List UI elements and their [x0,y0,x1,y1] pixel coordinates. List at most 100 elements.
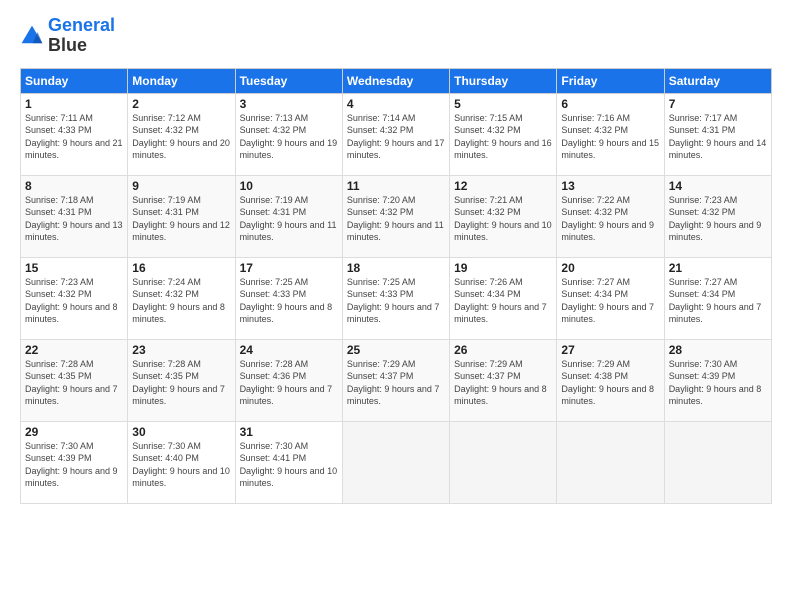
logo-icon [20,24,44,48]
day-info: Sunrise: 7:23 AMSunset: 4:32 PMDaylight:… [669,195,762,243]
calendar-day-27: 27 Sunrise: 7:29 AMSunset: 4:38 PMDaylig… [557,339,664,421]
day-number: 10 [240,179,338,193]
day-header-monday: Monday [128,68,235,93]
day-info: Sunrise: 7:25 AMSunset: 4:33 PMDaylight:… [240,277,333,325]
day-number: 11 [347,179,445,193]
day-info: Sunrise: 7:27 AMSunset: 4:34 PMDaylight:… [561,277,654,325]
day-number: 17 [240,261,338,275]
logo-text: General Blue [48,16,115,56]
calendar-day-11: 11 Sunrise: 7:20 AMSunset: 4:32 PMDaylig… [342,175,449,257]
calendar-day-23: 23 Sunrise: 7:28 AMSunset: 4:35 PMDaylig… [128,339,235,421]
calendar-day-13: 13 Sunrise: 7:22 AMSunset: 4:32 PMDaylig… [557,175,664,257]
calendar-day-24: 24 Sunrise: 7:28 AMSunset: 4:36 PMDaylig… [235,339,342,421]
day-info: Sunrise: 7:20 AMSunset: 4:32 PMDaylight:… [347,195,444,243]
calendar-day-22: 22 Sunrise: 7:28 AMSunset: 4:35 PMDaylig… [21,339,128,421]
day-info: Sunrise: 7:25 AMSunset: 4:33 PMDaylight:… [347,277,440,325]
calendar-header-row: SundayMondayTuesdayWednesdayThursdayFrid… [21,68,772,93]
day-number: 27 [561,343,659,357]
calendar-day-7: 7 Sunrise: 7:17 AMSunset: 4:31 PMDayligh… [664,93,771,175]
day-info: Sunrise: 7:18 AMSunset: 4:31 PMDaylight:… [25,195,123,243]
calendar-day-30: 30 Sunrise: 7:30 AMSunset: 4:40 PMDaylig… [128,421,235,503]
day-info: Sunrise: 7:30 AMSunset: 4:40 PMDaylight:… [132,441,230,489]
calendar-week-4: 22 Sunrise: 7:28 AMSunset: 4:35 PMDaylig… [21,339,772,421]
calendar-day-20: 20 Sunrise: 7:27 AMSunset: 4:34 PMDaylig… [557,257,664,339]
logo: General Blue [20,16,115,56]
day-info: Sunrise: 7:30 AMSunset: 4:39 PMDaylight:… [669,359,762,407]
day-number: 21 [669,261,767,275]
day-number: 3 [240,97,338,111]
day-header-friday: Friday [557,68,664,93]
day-number: 29 [25,425,123,439]
day-number: 6 [561,97,659,111]
day-number: 4 [347,97,445,111]
header: General Blue [20,16,772,56]
calendar-day-10: 10 Sunrise: 7:19 AMSunset: 4:31 PMDaylig… [235,175,342,257]
day-number: 25 [347,343,445,357]
day-header-thursday: Thursday [450,68,557,93]
calendar-day-12: 12 Sunrise: 7:21 AMSunset: 4:32 PMDaylig… [450,175,557,257]
day-info: Sunrise: 7:23 AMSunset: 4:32 PMDaylight:… [25,277,118,325]
calendar-day-2: 2 Sunrise: 7:12 AMSunset: 4:32 PMDayligh… [128,93,235,175]
calendar-day-31: 31 Sunrise: 7:30 AMSunset: 4:41 PMDaylig… [235,421,342,503]
calendar-day-5: 5 Sunrise: 7:15 AMSunset: 4:32 PMDayligh… [450,93,557,175]
day-header-tuesday: Tuesday [235,68,342,93]
day-header-sunday: Sunday [21,68,128,93]
day-info: Sunrise: 7:16 AMSunset: 4:32 PMDaylight:… [561,113,659,161]
calendar-day-25: 25 Sunrise: 7:29 AMSunset: 4:37 PMDaylig… [342,339,449,421]
calendar-day-empty [450,421,557,503]
calendar-day-8: 8 Sunrise: 7:18 AMSunset: 4:31 PMDayligh… [21,175,128,257]
day-number: 20 [561,261,659,275]
calendar-day-16: 16 Sunrise: 7:24 AMSunset: 4:32 PMDaylig… [128,257,235,339]
day-number: 9 [132,179,230,193]
day-number: 23 [132,343,230,357]
day-number: 5 [454,97,552,111]
calendar-week-1: 1 Sunrise: 7:11 AMSunset: 4:33 PMDayligh… [21,93,772,175]
day-number: 7 [669,97,767,111]
day-number: 8 [25,179,123,193]
calendar-day-1: 1 Sunrise: 7:11 AMSunset: 4:33 PMDayligh… [21,93,128,175]
day-info: Sunrise: 7:11 AMSunset: 4:33 PMDaylight:… [25,113,123,161]
day-number: 28 [669,343,767,357]
day-info: Sunrise: 7:30 AMSunset: 4:39 PMDaylight:… [25,441,118,489]
page-container: General Blue SundayMondayTuesdayWednesda… [0,0,792,514]
day-number: 24 [240,343,338,357]
calendar-week-5: 29 Sunrise: 7:30 AMSunset: 4:39 PMDaylig… [21,421,772,503]
day-info: Sunrise: 7:27 AMSunset: 4:34 PMDaylight:… [669,277,762,325]
day-info: Sunrise: 7:19 AMSunset: 4:31 PMDaylight:… [240,195,337,243]
calendar-day-17: 17 Sunrise: 7:25 AMSunset: 4:33 PMDaylig… [235,257,342,339]
day-number: 19 [454,261,552,275]
calendar-day-15: 15 Sunrise: 7:23 AMSunset: 4:32 PMDaylig… [21,257,128,339]
calendar-day-4: 4 Sunrise: 7:14 AMSunset: 4:32 PMDayligh… [342,93,449,175]
calendar-day-29: 29 Sunrise: 7:30 AMSunset: 4:39 PMDaylig… [21,421,128,503]
day-info: Sunrise: 7:26 AMSunset: 4:34 PMDaylight:… [454,277,547,325]
day-info: Sunrise: 7:29 AMSunset: 4:38 PMDaylight:… [561,359,654,407]
day-info: Sunrise: 7:15 AMSunset: 4:32 PMDaylight:… [454,113,552,161]
day-number: 18 [347,261,445,275]
calendar-day-3: 3 Sunrise: 7:13 AMSunset: 4:32 PMDayligh… [235,93,342,175]
day-info: Sunrise: 7:22 AMSunset: 4:32 PMDaylight:… [561,195,654,243]
day-info: Sunrise: 7:19 AMSunset: 4:31 PMDaylight:… [132,195,230,243]
day-info: Sunrise: 7:29 AMSunset: 4:37 PMDaylight:… [347,359,440,407]
calendar-day-9: 9 Sunrise: 7:19 AMSunset: 4:31 PMDayligh… [128,175,235,257]
day-info: Sunrise: 7:24 AMSunset: 4:32 PMDaylight:… [132,277,225,325]
day-number: 2 [132,97,230,111]
day-number: 15 [25,261,123,275]
day-info: Sunrise: 7:21 AMSunset: 4:32 PMDaylight:… [454,195,552,243]
calendar-week-2: 8 Sunrise: 7:18 AMSunset: 4:31 PMDayligh… [21,175,772,257]
calendar-day-empty [342,421,449,503]
day-info: Sunrise: 7:30 AMSunset: 4:41 PMDaylight:… [240,441,338,489]
day-number: 31 [240,425,338,439]
calendar-week-3: 15 Sunrise: 7:23 AMSunset: 4:32 PMDaylig… [21,257,772,339]
calendar-day-empty [664,421,771,503]
day-number: 26 [454,343,552,357]
day-info: Sunrise: 7:13 AMSunset: 4:32 PMDaylight:… [240,113,338,161]
day-info: Sunrise: 7:28 AMSunset: 4:35 PMDaylight:… [25,359,118,407]
day-number: 16 [132,261,230,275]
day-info: Sunrise: 7:14 AMSunset: 4:32 PMDaylight:… [347,113,445,161]
calendar-body: 1 Sunrise: 7:11 AMSunset: 4:33 PMDayligh… [21,93,772,503]
day-header-wednesday: Wednesday [342,68,449,93]
day-number: 13 [561,179,659,193]
day-number: 1 [25,97,123,111]
calendar-day-14: 14 Sunrise: 7:23 AMSunset: 4:32 PMDaylig… [664,175,771,257]
calendar-table: SundayMondayTuesdayWednesdayThursdayFrid… [20,68,772,504]
